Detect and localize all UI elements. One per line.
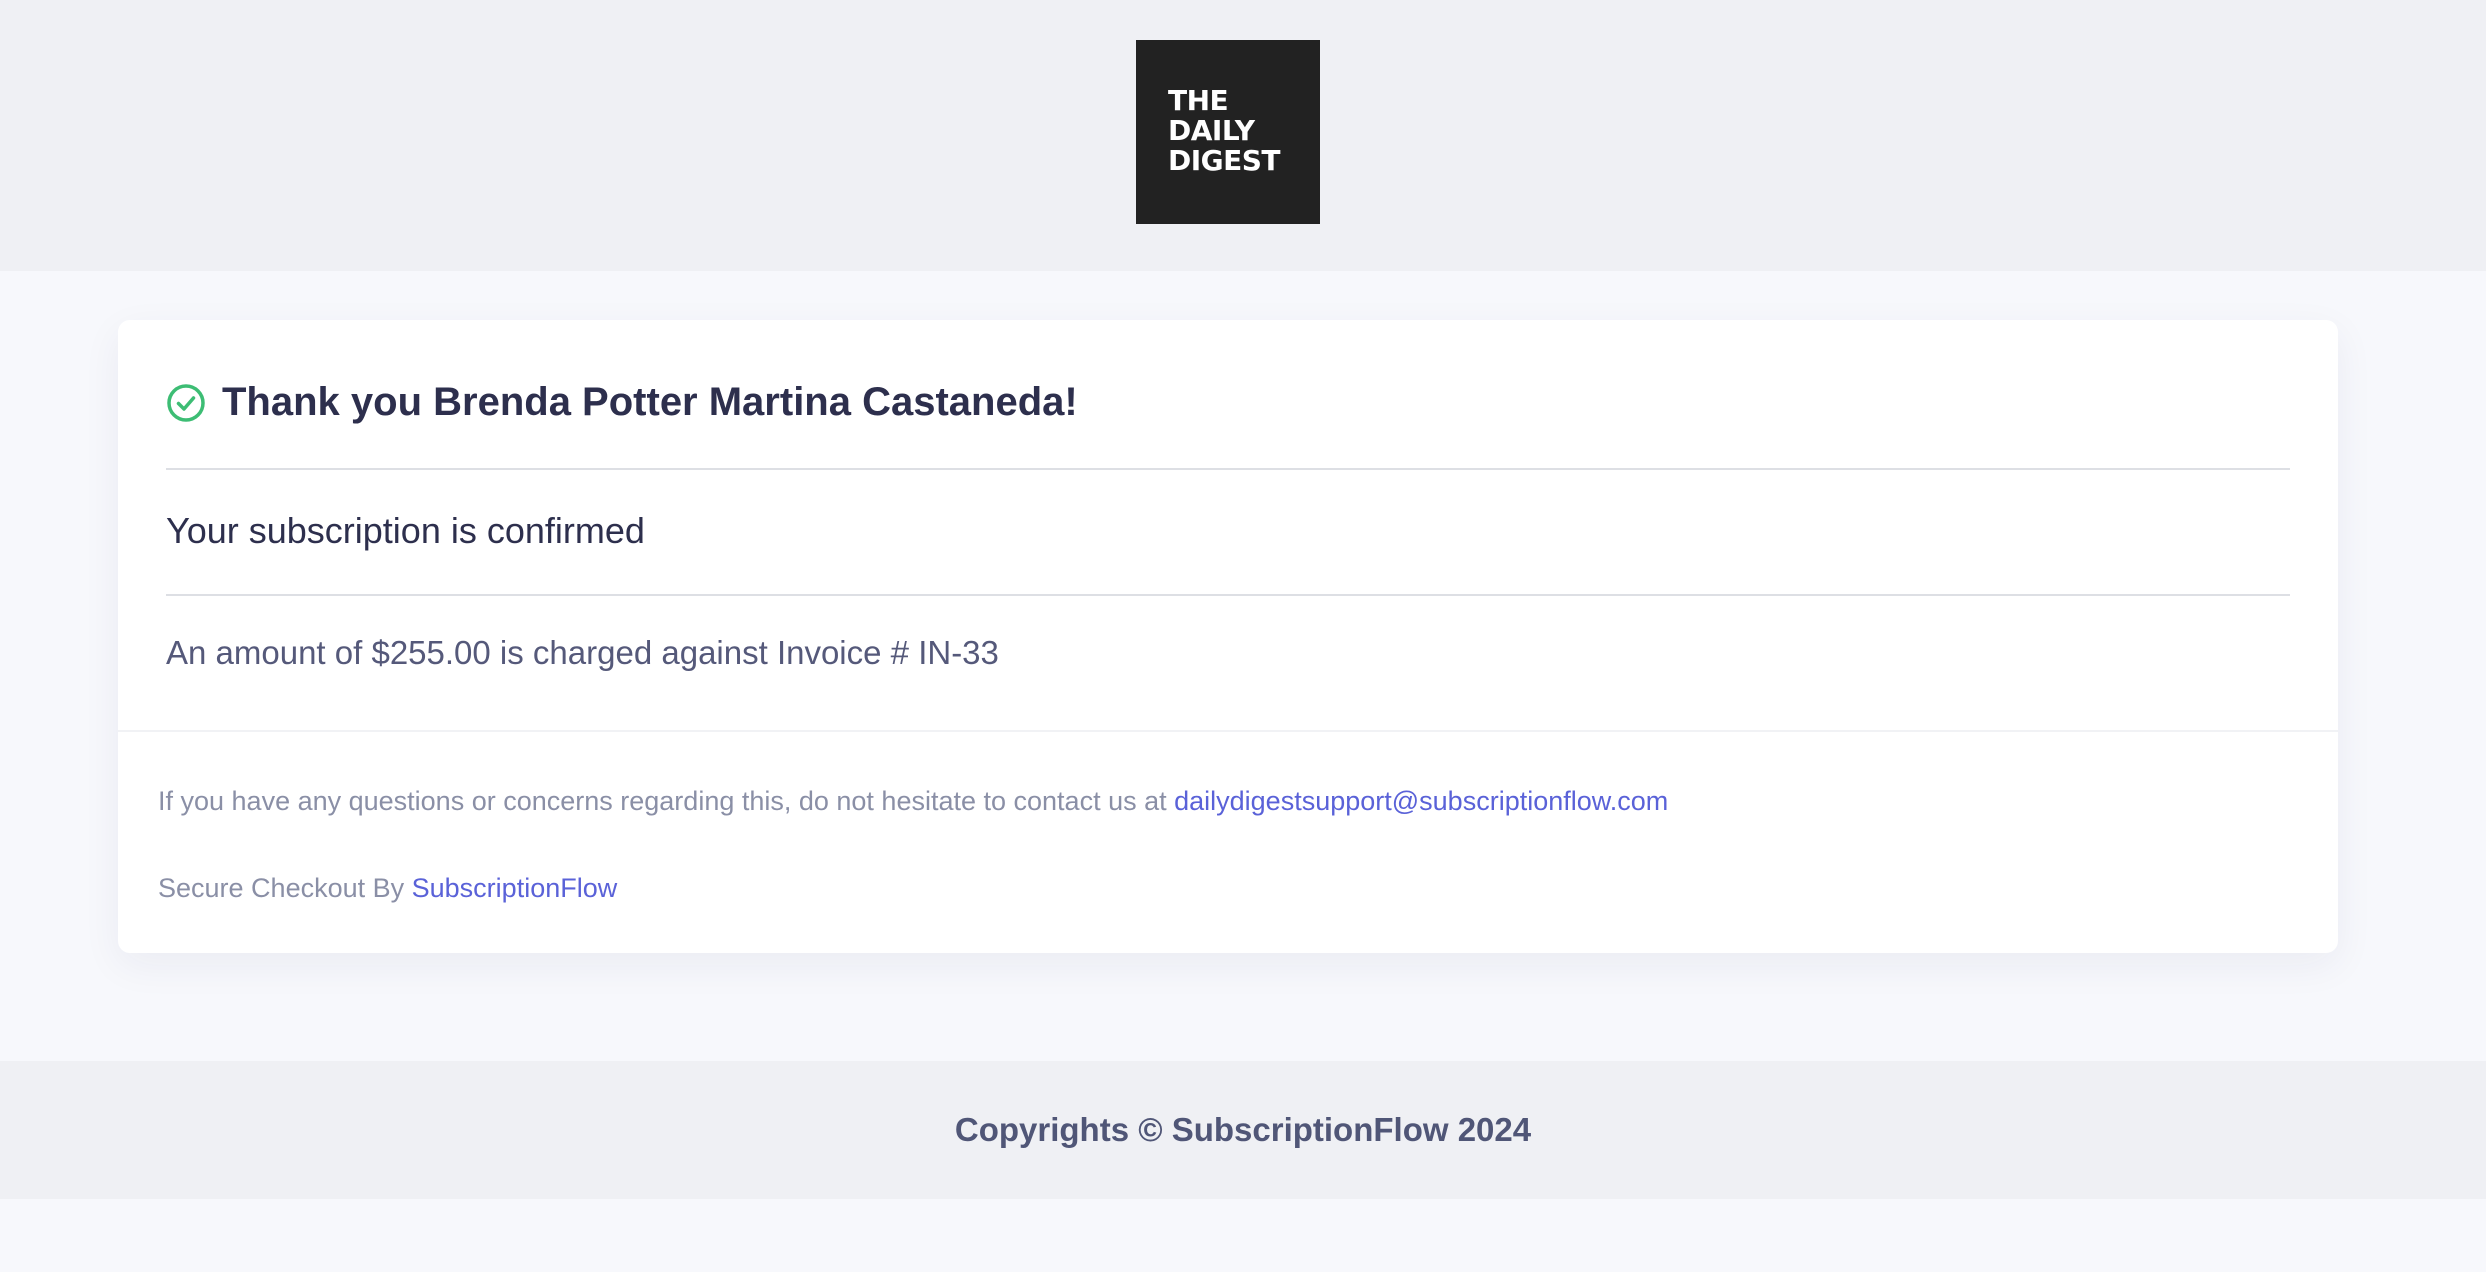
amount-line: An amount of $255.00 is charged against … — [166, 634, 999, 672]
top-header: THE DAILY DIGEST — [0, 0, 2486, 271]
secure-checkout-label: Secure Checkout By — [158, 873, 412, 903]
subscriptionflow-link[interactable]: SubscriptionFlow — [412, 873, 618, 903]
page-footer: Copyrights © SubscriptionFlow 2024 — [0, 1061, 2486, 1199]
copyright-text: Copyrights © SubscriptionFlow 2024 — [954, 1111, 1532, 1148]
support-email-link[interactable]: dailydigestsupport@subscriptionflow.com — [1174, 786, 1668, 816]
divider — [166, 594, 2290, 596]
support-text: If you have any questions or concerns re… — [158, 786, 1175, 816]
amount-prefix: An amount of — [166, 634, 372, 671]
invoice-number: IN-33 — [918, 634, 999, 671]
check-circle-icon — [167, 383, 205, 422]
logo-line-2: DAILY — [1168, 114, 1255, 147]
amount-middle: is charged against Invoice # — [490, 634, 919, 671]
secure-checkout: Secure Checkout By SubscriptionFlow — [158, 873, 617, 904]
thanks-title: Thank you Brenda Potter Martina Castaned… — [222, 380, 1078, 424]
support-message: If you have any questions or concerns re… — [158, 786, 1668, 817]
subscription-status: Your subscription is confirmed — [166, 510, 645, 551]
amount-value: $255.00 — [371, 634, 491, 671]
thanks-row: Thank you Brenda Potter Martina Castaned… — [166, 380, 1078, 425]
logo-line-3: DIGEST — [1168, 144, 1281, 177]
divider — [166, 468, 2290, 470]
daily-digest-logo[interactable]: THE DAILY DIGEST — [1136, 40, 1320, 224]
logo-line-1: THE — [1168, 84, 1229, 117]
card-footer-divider — [118, 730, 2338, 732]
confirmation-card: Thank you Brenda Potter Martina Castaned… — [118, 320, 2338, 953]
